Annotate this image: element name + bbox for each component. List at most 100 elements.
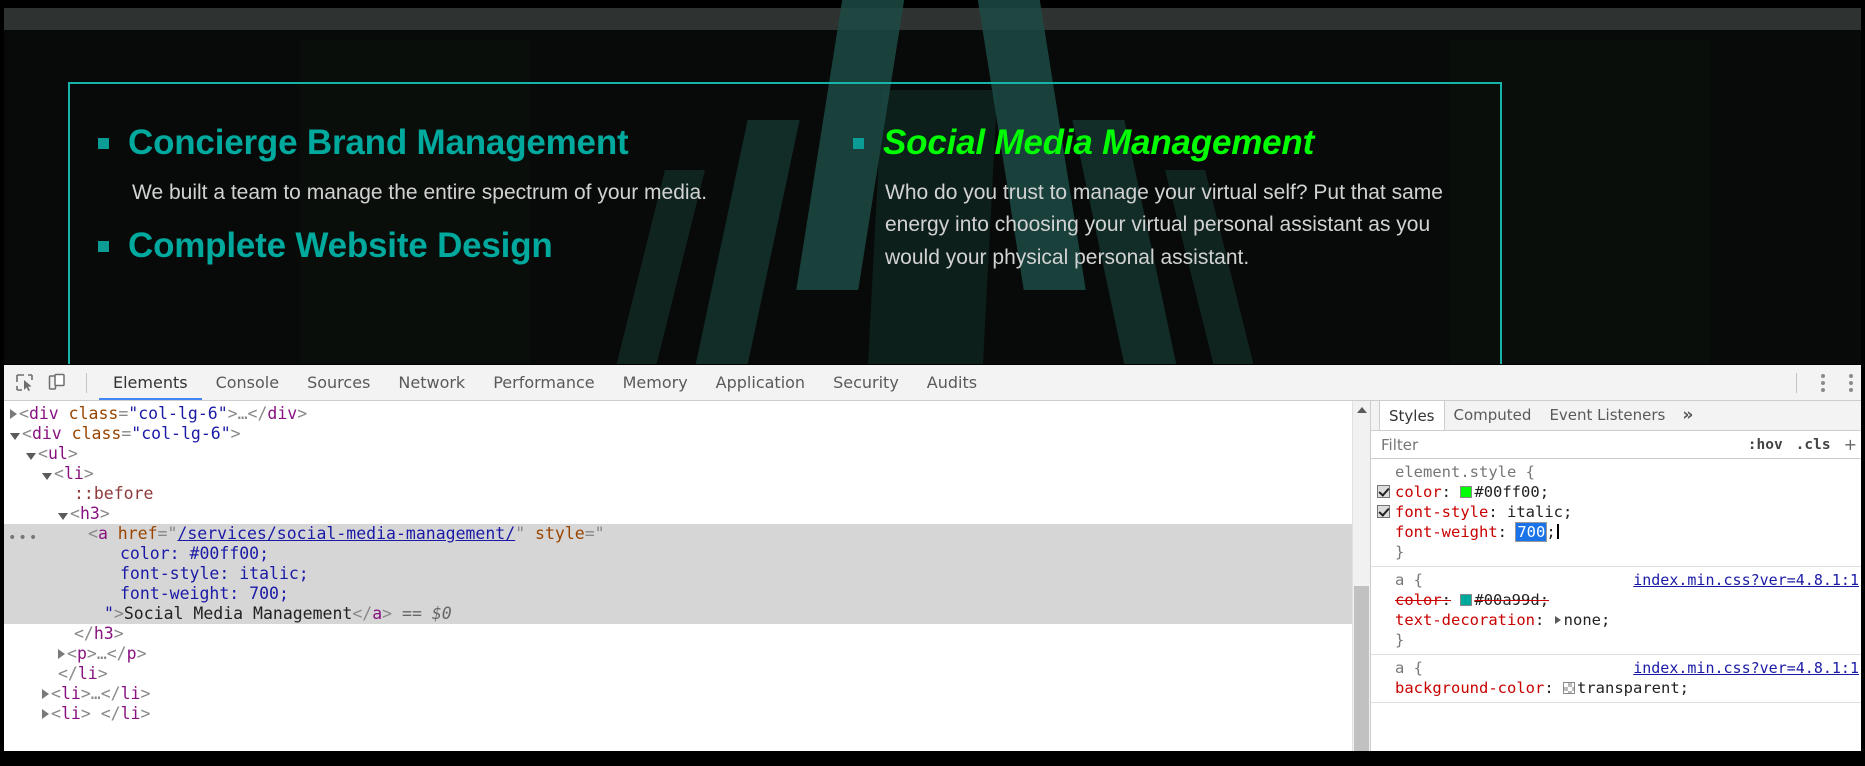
declaration-checkbox[interactable] [1377,505,1390,518]
css-property-value[interactable]: none [1564,611,1601,629]
collapse-arrow-icon[interactable] [26,453,36,460]
css-property-name[interactable]: background-color [1395,679,1544,697]
styles-filter-bar: :hov .cls + [1371,431,1865,459]
css-property-value[interactable]: #00a99d [1474,591,1539,609]
dom-tree-panel[interactable]: <div class="col-lg-6">…</div> <div class=… [0,401,1370,758]
service-item: Concierge Brand Management We built a te… [98,123,755,209]
devtools-body: <div class="col-lg-6">…</div> <div class=… [0,401,1865,758]
style-declaration[interactable]: font-style: italic; [1371,502,1865,522]
square-bullet-icon [98,241,109,253]
dom-tree-row[interactable]: </li> [0,664,1370,684]
expand-arrow-icon[interactable] [10,408,17,419]
dom-tree-row[interactable]: color: #00ff00; [0,544,1370,564]
dom-tree-row[interactable]: <p>…</p> [0,644,1370,664]
style-rule[interactable]: element.style {color: #00ff00; font-style… [1371,459,1865,567]
service-title-link-selected[interactable]: Social Media Management [883,123,1472,163]
style-source-link[interactable]: index.min.css?ver=4.8.1:1 [1633,658,1859,678]
style-rule[interactable]: index.min.css?ver=4.8.1:1 a {background-c… [1371,655,1865,703]
styles-filter-input[interactable] [1379,434,1735,455]
style-source-link[interactable]: index.min.css?ver=4.8.1:1 [1633,570,1859,590]
style-selector[interactable]: element.style { [1371,462,1865,482]
new-style-rule-button[interactable]: + [1844,435,1857,454]
expand-shorthand-icon[interactable] [1554,615,1561,624]
styles-sidebar: Styles Computed Event Listeners » :hov .… [1370,401,1865,758]
dom-tree-row[interactable]: <h3> [0,504,1370,524]
browser-top-edge [0,0,1865,8]
color-swatch[interactable] [1563,681,1575,694]
dom-tree-row[interactable]: <div class="col-lg-6">…</div> [0,404,1370,424]
devtools-tab-bar: Elements Console Sources Network Perform… [99,365,991,401]
css-property-value[interactable]: transparent [1577,679,1680,697]
scrollbar-thumb[interactable] [1354,586,1369,751]
style-declaration[interactable]: text-decoration: none; [1371,610,1865,630]
collapse-arrow-icon[interactable] [10,433,20,440]
css-property-value[interactable]: italic [1507,503,1563,521]
color-swatch[interactable] [1460,593,1473,606]
dom-tree-row[interactable]: font-style: italic; [0,564,1370,584]
square-bullet-icon [98,138,109,149]
hov-toggle-button[interactable]: :hov [1748,437,1783,453]
css-property-name[interactable]: color [1395,591,1442,609]
styles-tab-bar: Styles Computed Event Listeners » [1371,401,1865,431]
dom-tree-row[interactable]: <li> </li> [0,704,1370,724]
style-declaration[interactable]: background-color: transparent; [1371,678,1865,698]
dom-tree-scrollbar[interactable] [1352,401,1370,758]
device-toolbar-icon[interactable] [42,369,70,397]
style-declaration[interactable]: color: #00a99d; [1371,590,1865,610]
toolbar-divider [1796,373,1797,393]
more-tabs-icon[interactable]: » [1674,401,1701,430]
window-bottom-edge [0,751,1865,759]
tab-security[interactable]: Security [819,365,913,400]
scroll-up-icon[interactable] [1353,401,1370,418]
dom-tree-row[interactable]: font-weight: 700; [0,584,1370,604]
tab-event-listeners[interactable]: Event Listeners [1540,401,1674,430]
window-left-edge [0,0,4,766]
tab-audits[interactable]: Audits [913,365,991,400]
css-property-name[interactable]: color [1395,483,1442,501]
tab-sources[interactable]: Sources [293,365,384,400]
tab-styles[interactable]: Styles [1379,401,1445,430]
color-swatch[interactable] [1460,485,1473,498]
tab-console[interactable]: Console [202,365,294,400]
expand-arrow-icon[interactable] [42,688,49,699]
dom-tree-row[interactable]: <div class="col-lg-6"> [0,424,1370,444]
dom-tree-row[interactable]: <li> [0,464,1370,484]
dom-tree-row[interactable]: </h3> [0,624,1370,644]
page-header-strip [0,8,1865,30]
dom-tree-row[interactable]: <ul> [0,444,1370,464]
css-value-editing[interactable]: 700 [1515,522,1548,542]
collapse-arrow-icon[interactable] [58,513,68,520]
css-property-value[interactable]: #00ff00 [1474,483,1539,501]
dom-tree-row[interactable]: ::before [0,484,1370,504]
dom-tree-row[interactable]: ">Social Media Management</a> == $0 [0,604,1370,624]
tab-application[interactable]: Application [702,365,819,400]
styles-rules-list: element.style {color: #00ff00; font-style… [1371,459,1865,703]
tab-computed[interactable]: Computed [1445,401,1541,430]
service-title-link[interactable]: Concierge Brand Management [128,123,755,163]
tab-elements[interactable]: Elements [99,365,202,400]
dom-tree-rows: <div class="col-lg-6">…</div> <div class=… [0,404,1370,724]
tab-network[interactable]: Network [384,365,479,400]
expand-arrow-icon[interactable] [42,708,49,719]
tab-memory[interactable]: Memory [609,365,702,400]
style-declaration[interactable]: font-weight: 700; [1371,522,1865,542]
services-column-right: Social Media Management Who do you trust… [785,82,1502,364]
service-description: We built a team to manage the entire spe… [132,180,708,204]
cls-toggle-button[interactable]: .cls [1796,437,1831,453]
style-declaration[interactable]: color: #00ff00; [1371,482,1865,502]
service-title-link[interactable]: Complete Website Design [128,227,755,266]
dom-tree-row[interactable]: ••• <a href="/services/social-media-manag… [0,524,1370,546]
inspect-element-icon[interactable] [10,369,38,397]
tab-performance[interactable]: Performance [479,365,608,400]
more-options-icon[interactable] [1809,369,1837,397]
declaration-checkbox[interactable] [1377,485,1390,498]
css-property-name[interactable]: text-decoration [1395,611,1535,629]
css-property-name[interactable]: font-weight [1395,523,1498,541]
css-property-name[interactable]: font-style [1395,503,1488,521]
collapse-arrow-icon[interactable] [42,473,52,480]
screenshot-root: Concierge Brand Management We built a te… [0,0,1865,766]
service-item-selected: Social Media Management Who do you trust… [853,123,1472,274]
style-rule[interactable]: index.min.css?ver=4.8.1:1 a {color: #00a9… [1371,567,1865,655]
expand-arrow-icon[interactable] [58,648,65,659]
dom-tree-row[interactable]: <li>…</li> [0,684,1370,704]
